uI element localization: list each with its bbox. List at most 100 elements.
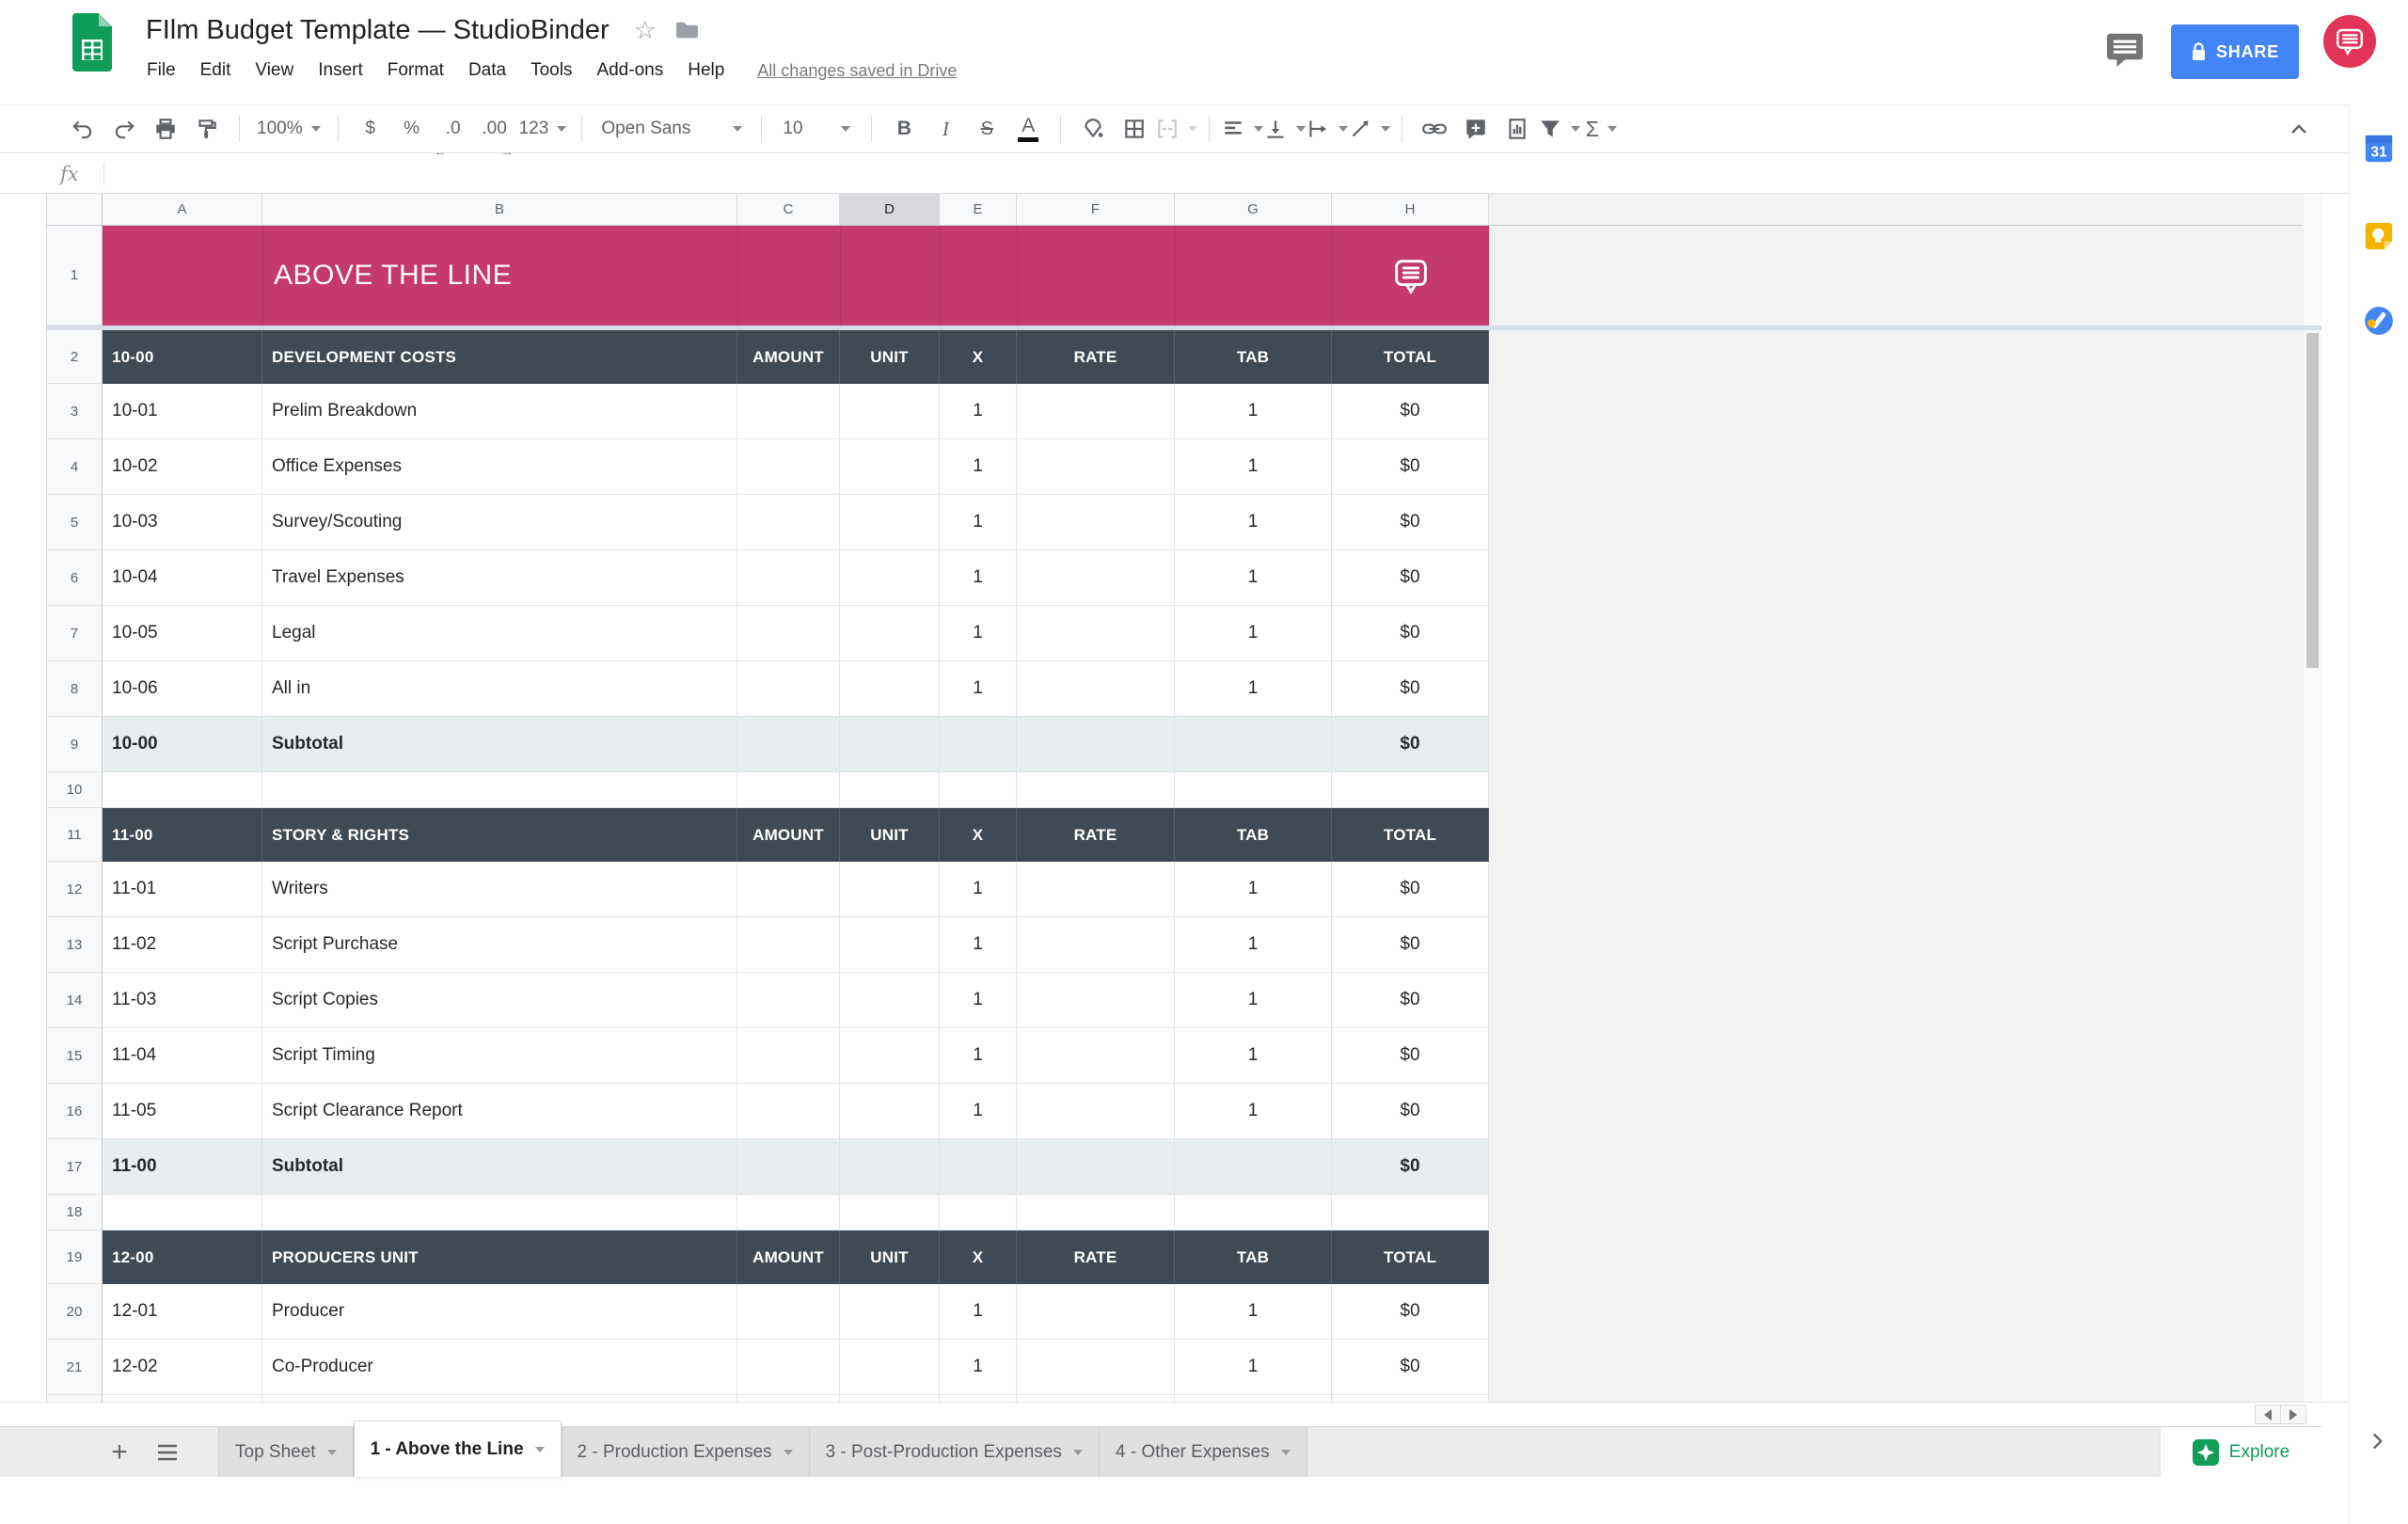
cell-H4[interactable]: $0 bbox=[1332, 439, 1489, 495]
italic-button[interactable]: I bbox=[925, 108, 966, 150]
cell-A10[interactable] bbox=[103, 772, 262, 808]
cell-A19[interactable]: 12-00 bbox=[103, 1230, 262, 1284]
zoom-select[interactable]: 100% bbox=[251, 108, 326, 150]
cell-G7[interactable]: 1 bbox=[1175, 606, 1332, 661]
cell-D4[interactable] bbox=[840, 439, 940, 495]
select-all-corner[interactable] bbox=[46, 194, 103, 225]
cell-C16[interactable] bbox=[737, 1084, 840, 1139]
cell-B9[interactable]: Subtotal bbox=[262, 717, 737, 772]
cell-G11[interactable]: TAB bbox=[1175, 808, 1332, 862]
cell-H20[interactable]: $0 bbox=[1332, 1284, 1489, 1340]
collapse-toolbar-button[interactable] bbox=[2276, 105, 2321, 154]
cell-B10[interactable] bbox=[262, 772, 737, 808]
grid-empty-area[interactable] bbox=[1489, 194, 2303, 1402]
star-icon[interactable]: ☆ bbox=[634, 16, 657, 45]
formula-input[interactable] bbox=[104, 154, 2349, 193]
merged-banner-cell[interactable]: ABOVE THE LINE bbox=[103, 226, 1489, 325]
cell-F13[interactable] bbox=[1017, 917, 1175, 973]
folder-icon[interactable] bbox=[675, 20, 699, 40]
add-sheet-button[interactable]: + bbox=[102, 1432, 137, 1473]
horizontal-align-button[interactable] bbox=[1221, 108, 1263, 150]
cell-E4[interactable]: 1 bbox=[940, 439, 1017, 495]
document-title[interactable]: FIlm Budget Template — StudioBinder bbox=[146, 15, 610, 46]
cell-E13[interactable]: 1 bbox=[940, 917, 1017, 973]
cell-C20[interactable] bbox=[737, 1284, 840, 1340]
tab-3-post-production-expenses[interactable]: 3 - Post-Production Expenses bbox=[810, 1427, 1100, 1477]
cell-C10[interactable] bbox=[737, 772, 840, 808]
cell-A14[interactable]: 11-03 bbox=[103, 973, 262, 1028]
cell-D22[interactable] bbox=[840, 1395, 940, 1402]
cell-C21[interactable] bbox=[737, 1340, 840, 1395]
cell-E14[interactable]: 1 bbox=[940, 973, 1017, 1028]
vertical-align-button[interactable] bbox=[1263, 108, 1306, 150]
cell-F14[interactable] bbox=[1017, 973, 1175, 1028]
cell-E10[interactable] bbox=[940, 772, 1017, 808]
cell-C18[interactable] bbox=[737, 1195, 840, 1230]
menu-file[interactable]: File bbox=[135, 60, 188, 81]
tasks-icon[interactable] bbox=[2363, 305, 2395, 337]
cell-E9[interactable] bbox=[940, 717, 1017, 772]
row-header-19[interactable]: 19 bbox=[46, 1230, 103, 1284]
cell-B16[interactable]: Script Clearance Report bbox=[262, 1084, 737, 1139]
cell-F2[interactable]: RATE bbox=[1017, 330, 1175, 384]
cell-B17[interactable]: Subtotal bbox=[262, 1139, 737, 1195]
column-header-A[interactable]: A bbox=[103, 194, 262, 225]
cell-C2[interactable]: AMOUNT bbox=[737, 330, 840, 384]
vertical-scrollbar[interactable] bbox=[2303, 194, 2321, 1402]
share-button[interactable]: SHARE bbox=[2171, 24, 2299, 79]
cell-F17[interactable] bbox=[1017, 1139, 1175, 1195]
menu-data[interactable]: Data bbox=[456, 60, 518, 81]
cell-C17[interactable] bbox=[737, 1139, 840, 1195]
cell-D10[interactable] bbox=[840, 772, 940, 808]
cell-G10[interactable] bbox=[1175, 772, 1332, 808]
strikethrough-button[interactable]: S bbox=[966, 108, 1007, 150]
save-status-link[interactable]: All changes saved in Drive bbox=[757, 61, 957, 81]
row-header-16[interactable]: 16 bbox=[46, 1084, 103, 1139]
merge-cells-button[interactable] bbox=[1155, 108, 1197, 150]
cell-G8[interactable]: 1 bbox=[1175, 661, 1332, 717]
tab-2-production-expenses[interactable]: 2 - Production Expenses bbox=[562, 1427, 810, 1477]
cell-G5[interactable]: 1 bbox=[1175, 495, 1332, 550]
menu-help[interactable]: Help bbox=[675, 60, 737, 81]
cell-C11[interactable]: AMOUNT bbox=[737, 808, 840, 862]
column-header-H[interactable]: H bbox=[1332, 194, 1489, 225]
cell-F6[interactable] bbox=[1017, 550, 1175, 606]
cell-E12[interactable]: 1 bbox=[940, 862, 1017, 917]
frozen-row-divider[interactable] bbox=[46, 325, 2321, 330]
sheets-logo-icon[interactable] bbox=[72, 13, 112, 71]
cell-G6[interactable]: 1 bbox=[1175, 550, 1332, 606]
keep-icon[interactable] bbox=[2363, 220, 2395, 252]
cell-H2[interactable]: TOTAL bbox=[1332, 330, 1489, 384]
cell-H13[interactable]: $0 bbox=[1332, 917, 1489, 973]
cell-C5[interactable] bbox=[737, 495, 840, 550]
vertical-scrollbar-thumb[interactable] bbox=[2306, 333, 2319, 668]
cell-C9[interactable] bbox=[737, 717, 840, 772]
row-header-11[interactable]: 11 bbox=[46, 808, 103, 862]
menu-insert[interactable]: Insert bbox=[306, 60, 375, 81]
cell-E18[interactable] bbox=[940, 1195, 1017, 1230]
cell-C13[interactable] bbox=[737, 917, 840, 973]
cell-F15[interactable] bbox=[1017, 1028, 1175, 1084]
cell-C22[interactable] bbox=[737, 1395, 840, 1402]
cell-H11[interactable]: TOTAL bbox=[1332, 808, 1489, 862]
row-header-3[interactable]: 3 bbox=[46, 384, 103, 439]
all-sheets-button[interactable] bbox=[149, 1432, 186, 1473]
cell-C3[interactable] bbox=[737, 384, 840, 439]
cell-H21[interactable]: $0 bbox=[1332, 1340, 1489, 1395]
cell-A8[interactable]: 10-06 bbox=[103, 661, 262, 717]
cell-D20[interactable] bbox=[840, 1284, 940, 1340]
cell-G16[interactable]: 1 bbox=[1175, 1084, 1332, 1139]
cell-H10[interactable] bbox=[1332, 772, 1489, 808]
filter-button[interactable] bbox=[1538, 108, 1580, 150]
column-header-D[interactable]: D bbox=[840, 194, 940, 225]
cell-D8[interactable] bbox=[840, 661, 940, 717]
cell-D15[interactable] bbox=[840, 1028, 940, 1084]
text-color-button[interactable]: A bbox=[1007, 108, 1049, 150]
cell-C14[interactable] bbox=[737, 973, 840, 1028]
cell-C12[interactable] bbox=[737, 862, 840, 917]
row-header-10[interactable]: 10 bbox=[46, 772, 103, 808]
cell-A2[interactable]: 10-00 bbox=[103, 330, 262, 384]
tab-top-sheet[interactable]: Top Sheet bbox=[218, 1427, 354, 1477]
cell-A11[interactable]: 11-00 bbox=[103, 808, 262, 862]
cell-A5[interactable]: 10-03 bbox=[103, 495, 262, 550]
